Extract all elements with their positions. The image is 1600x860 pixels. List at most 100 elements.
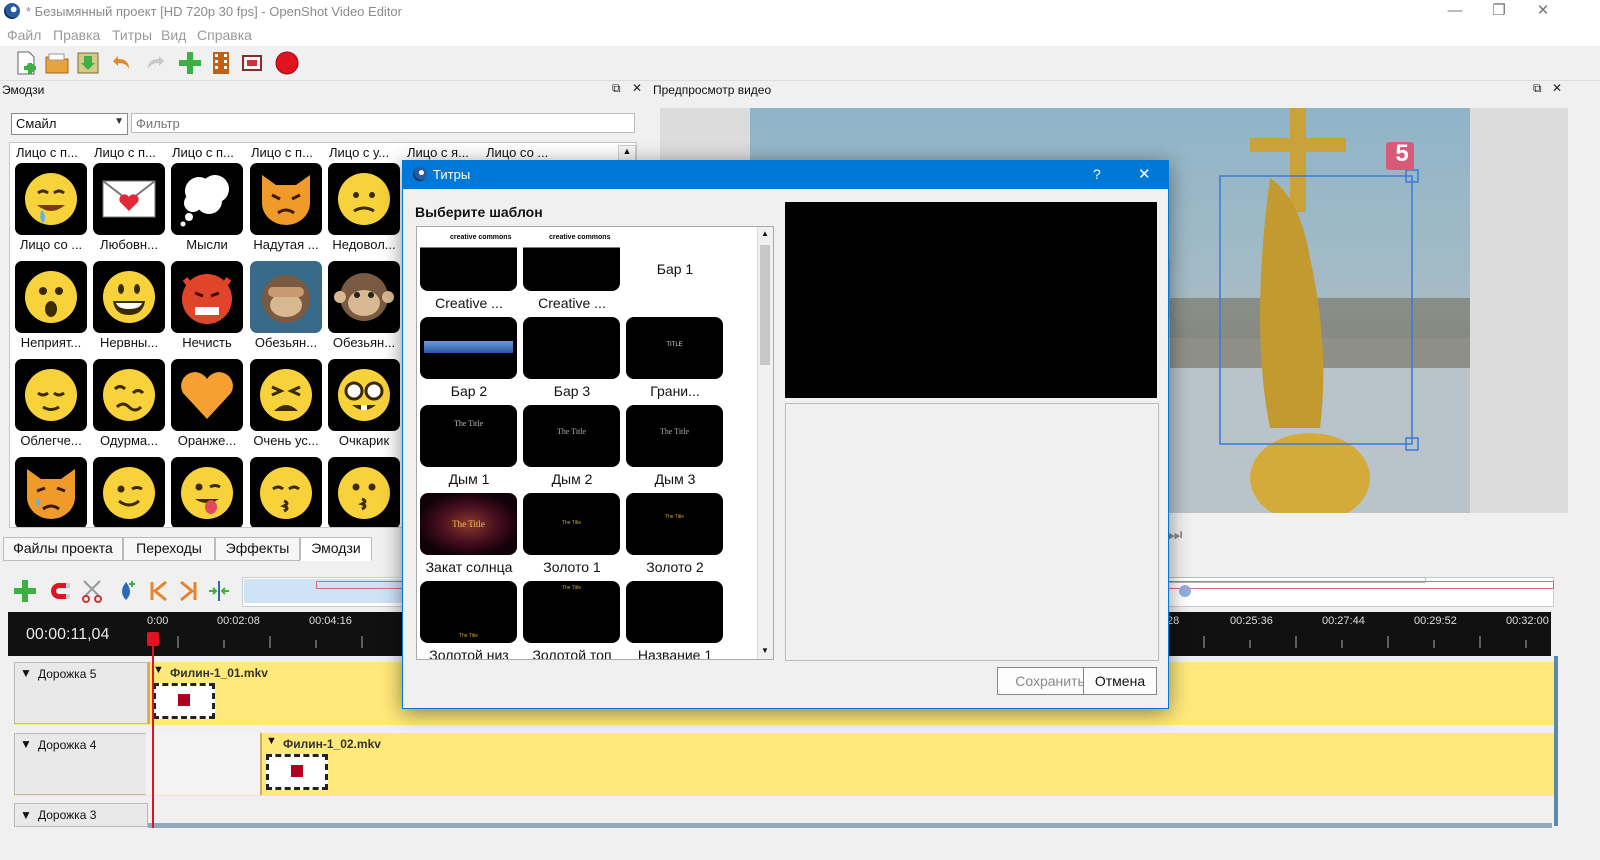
template-thumbnail [420, 317, 517, 379]
emoji-item[interactable]: Неприят... [12, 243, 90, 350]
import-files-icon[interactable] [177, 50, 203, 76]
emoji-item[interactable]: Облегче... [12, 341, 90, 448]
clip[interactable] [260, 733, 1556, 795]
template-item[interactable]: The Title Золото 2 [625, 491, 725, 579]
template-thumbnail: The Title [626, 405, 723, 467]
redo-icon[interactable] [141, 50, 167, 76]
horizontal-scrollbar[interactable] [148, 823, 1552, 828]
emoji-item[interactable]: Нечисть [168, 243, 246, 350]
emoji-item[interactable] [90, 439, 168, 527]
maximize-button[interactable]: ❐ [1476, 0, 1522, 24]
scroll-up-button[interactable]: ▲ [618, 145, 636, 161]
template-item[interactable]: creative commons Creative ... [522, 227, 622, 315]
close-window-button[interactable]: ✕ [1520, 0, 1566, 24]
emoji-item[interactable]: Очкарик [325, 341, 403, 448]
emoji-item[interactable] [325, 439, 403, 527]
menu-file[interactable]: Файл [7, 27, 41, 43]
template-item[interactable]: The Title Дым 1 [419, 403, 519, 491]
help-button[interactable]: ? [1093, 166, 1101, 182]
undock-preview-button[interactable]: ⧉ [1533, 81, 1542, 96]
skip-end-icon[interactable]: ⏭ [1168, 527, 1182, 545]
new-project-icon[interactable] [13, 50, 39, 76]
fullscreen-icon[interactable] [239, 50, 265, 76]
previous-marker-icon[interactable] [146, 579, 170, 603]
add-marker-icon[interactable] [114, 579, 138, 603]
chevron-down-icon[interactable]: ▼ [153, 664, 164, 676]
snap-magnet-icon[interactable] [49, 579, 73, 603]
emoji-item[interactable]: Очень ус... [247, 341, 325, 448]
emoji-item[interactable]: Недовол... [325, 145, 403, 252]
ruler-label: 0:00 [147, 615, 169, 627]
template-item[interactable]: The Title Закат солнца [419, 491, 519, 579]
close-dialog-button[interactable]: ✕ [1138, 165, 1151, 183]
chevron-down-icon[interactable]: ▼ [20, 808, 32, 822]
template-item[interactable]: The Title Дым 2 [522, 403, 622, 491]
emoji-item[interactable]: Лицо со ... [12, 145, 90, 252]
ruler-label: 00:25:36 [1230, 615, 1273, 627]
template-item[interactable]: TITLE Грани... [625, 315, 725, 403]
scroll-down-button[interactable]: ▼ [758, 646, 772, 655]
add-track-icon[interactable] [208, 50, 234, 76]
template-item[interactable]: The Title Золото 1 [522, 491, 622, 579]
undock-panel-button[interactable]: ⧉ [612, 81, 621, 96]
emoji-item[interactable]: Оранже... [168, 341, 246, 448]
chevron-down-icon[interactable]: ▼ [266, 735, 277, 747]
chevron-down-icon[interactable]: ▼ [20, 666, 32, 680]
tab-transitions[interactable]: Переходы [123, 537, 215, 561]
channel-logo: 5 [1395, 140, 1409, 167]
tab-project-files[interactable]: Файлы проекта [3, 537, 123, 561]
emoji-item[interactable]: Обезьян... [247, 243, 325, 350]
razor-icon[interactable] [80, 579, 104, 603]
close-panel-button[interactable]: ✕ [632, 81, 642, 95]
next-marker-icon[interactable] [177, 579, 201, 603]
emoji-item[interactable]: Обезьян... [325, 243, 403, 350]
vertical-scrollbar[interactable] [1554, 656, 1558, 826]
template-item[interactable]: The Title Дым 3 [625, 403, 725, 491]
template-item[interactable]: Название 1 [625, 579, 725, 659]
center-timeline-icon[interactable] [207, 579, 231, 603]
emoji-item[interactable] [168, 439, 246, 527]
add-track-plus-icon[interactable] [13, 579, 37, 603]
undo-icon[interactable] [110, 50, 136, 76]
minimize-button[interactable]: — [1432, 0, 1478, 24]
template-item[interactable]: creative commons Creative ... [419, 227, 519, 315]
open-project-icon[interactable] [44, 50, 70, 76]
cancel-button[interactable]: Отмена [1083, 667, 1157, 695]
emoji-item[interactable] [12, 439, 90, 527]
emoji-item[interactable]: Одурма... [90, 341, 168, 448]
emoji-item[interactable]: Нервны... [90, 243, 168, 350]
empty-track-region [146, 733, 260, 795]
template-thumbnail: The Title [523, 581, 620, 643]
tab-effects[interactable]: Эффекты [215, 537, 300, 561]
playhead-handle[interactable] [147, 632, 159, 646]
drooling-face-icon [25, 173, 77, 225]
chevron-down-icon[interactable]: ▼ [20, 737, 32, 751]
menu-view[interactable]: Вид [161, 27, 186, 43]
tab-emoji[interactable]: Эмодзи [300, 537, 372, 561]
emoji-item[interactable]: Надутая ... [247, 145, 325, 252]
scroll-up-button[interactable]: ▲ [758, 229, 772, 238]
scrollbar-thumb[interactable] [760, 245, 770, 365]
overview-playhead[interactable] [1179, 585, 1191, 597]
template-item[interactable]: Бар 2 [419, 315, 519, 403]
template-item[interactable]: The Title Золотой топ [522, 579, 622, 659]
close-preview-button[interactable]: ✕ [1552, 81, 1562, 95]
template-item[interactable]: The Title Золотой низ [419, 579, 519, 659]
menu-help[interactable]: Справка [197, 27, 252, 43]
menu-titles[interactable]: Титры [112, 27, 152, 43]
menu-edit[interactable]: Правка [53, 27, 100, 43]
template-label: Бар 1 [656, 261, 694, 277]
export-video-icon[interactable] [274, 50, 300, 76]
emoji-filter-input[interactable] [131, 113, 635, 133]
emoji-item[interactable]: Мысли [168, 145, 246, 252]
emoji-category-select[interactable]: Смайл ▼ [11, 113, 128, 135]
emoji-item[interactable]: Любовн... [90, 145, 168, 252]
template-item[interactable]: Бар 1 [625, 227, 725, 315]
save-project-icon[interactable] [75, 50, 101, 76]
emoji-item[interactable] [247, 439, 325, 527]
thought-balloon-icon [180, 175, 229, 227]
track-name: Дорожка 5 [38, 667, 97, 681]
template-item[interactable]: Бар 3 [522, 315, 622, 403]
winking-face-icon [103, 467, 155, 519]
clip-name: Филин-1_02.mkv [283, 737, 381, 751]
